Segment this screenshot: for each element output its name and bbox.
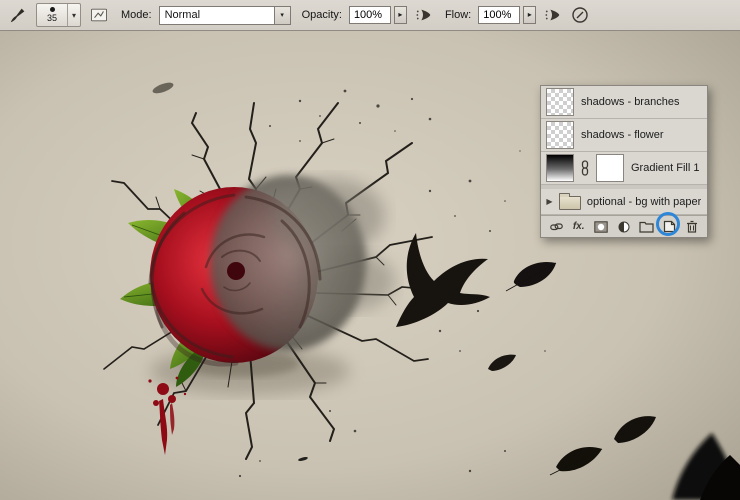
layer-name: shadows - branches [581, 96, 679, 108]
brush-tip-icon [50, 7, 55, 12]
layer-group-name: optional - bg with paper [587, 196, 701, 208]
brush-tool-icon[interactable] [7, 4, 29, 26]
gradient-fill-thumbnail[interactable] [546, 154, 574, 182]
layer-mask-link-icon[interactable] [581, 160, 589, 176]
opacity-input[interactable] [349, 6, 391, 24]
new-adjustment-layer-button[interactable] [615, 219, 633, 235]
layer-row-shadows-flower[interactable]: shadows - flower [541, 119, 707, 152]
tablet-pressure-icon[interactable] [570, 6, 590, 24]
opacity-slider-arrow-icon[interactable]: ▸ [394, 6, 407, 24]
opacity-label: Opacity: [302, 9, 342, 21]
link-layers-button[interactable] [547, 219, 565, 235]
toggle-brushes-panel-button[interactable] [88, 5, 110, 25]
flow-slider-arrow-icon[interactable]: ▸ [523, 6, 536, 24]
new-group-button[interactable] [638, 219, 656, 235]
layer-thumbnail[interactable] [546, 121, 574, 149]
airbrush-flow-icon[interactable] [543, 6, 563, 24]
brush-preset-arrow-icon[interactable]: ▾ [67, 4, 80, 26]
layer-name: Gradient Fill 1 [631, 162, 699, 174]
flow-input[interactable] [478, 6, 520, 24]
layer-row-gradient-fill[interactable]: Gradient Fill 1 [541, 152, 707, 185]
airbrush-opacity-icon[interactable] [414, 6, 434, 24]
blend-mode-select[interactable]: Normal ▾ [159, 6, 291, 25]
group-folder-icon [559, 196, 581, 210]
brush-size-value: 35 [47, 14, 57, 23]
new-layer-button[interactable] [660, 219, 678, 235]
layer-row-shadows-branches[interactable]: shadows - branches [541, 86, 707, 119]
brush-preview: 35 [37, 4, 67, 26]
layers-panel: shadows - branches shadows - flower Grad… [540, 85, 708, 238]
flow-label: Flow: [445, 9, 471, 21]
brush-preset-picker[interactable]: 35 ▾ [36, 3, 81, 27]
layer-mask-thumbnail[interactable] [596, 154, 624, 182]
layer-thumbnail[interactable] [546, 88, 574, 116]
chevron-down-icon[interactable]: ▾ [274, 7, 290, 24]
layer-group-row-optional-bg[interactable]: ▶ optional - bg with paper [541, 189, 707, 215]
layers-panel-buttons: fx. [541, 215, 707, 237]
add-layer-mask-button[interactable] [592, 219, 610, 235]
layer-name: shadows - flower [581, 129, 664, 141]
tool-options-bar: 35 ▾ Mode: Normal ▾ Opacity: ▸ Flow: ▸ [0, 0, 740, 31]
layer-styles-button[interactable]: fx. [570, 219, 588, 235]
mode-label: Mode: [121, 9, 152, 21]
delete-layer-button[interactable] [683, 219, 701, 235]
expand-group-icon[interactable]: ▶ [546, 197, 552, 207]
blend-mode-value: Normal [165, 9, 200, 21]
